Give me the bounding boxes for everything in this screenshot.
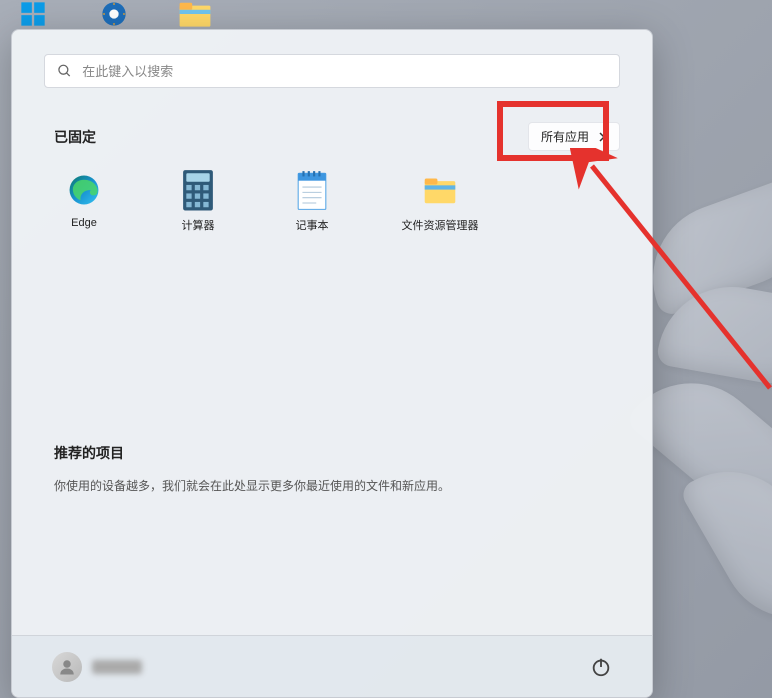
start-menu-panel: 已固定 所有应用 Edge: [11, 29, 653, 698]
desktop-taskbar-peek: [0, 0, 218, 28]
app-label: Edge: [71, 217, 97, 229]
start-icon[interactable]: [10, 0, 56, 28]
search-input[interactable]: [82, 64, 607, 79]
power-button[interactable]: [590, 656, 612, 678]
start-menu-footer: [12, 635, 652, 697]
all-apps-label: 所有应用: [541, 128, 589, 145]
user-avatar-icon: [52, 652, 82, 682]
app-calculator[interactable]: 计算器: [166, 173, 230, 233]
app-edge[interactable]: Edge: [52, 173, 116, 233]
recommended-title: 推荐的项目: [44, 443, 124, 463]
app-notepad[interactable]: 记事本: [280, 173, 344, 233]
app-label: 文件资源管理器: [402, 217, 479, 233]
notepad-icon: [295, 173, 329, 207]
app-file-explorer[interactable]: 文件资源管理器: [394, 173, 486, 233]
app-label: 计算器: [182, 217, 215, 233]
search-icon: [57, 63, 72, 79]
pinned-title: 已固定: [44, 127, 96, 147]
file-explorer-icon: [423, 173, 457, 207]
search-bar[interactable]: [44, 54, 620, 88]
all-apps-button[interactable]: 所有应用: [528, 122, 620, 151]
chevron-right-icon: [597, 132, 607, 142]
app-label: 记事本: [296, 217, 329, 233]
edge-icon: [67, 173, 101, 207]
user-profile-button[interactable]: [52, 652, 142, 682]
explorer-icon[interactable]: [172, 0, 218, 28]
recommended-section: 推荐的项目 你使用的设备越多，我们就会在此处显示更多你最近使用的文件和新应用。: [12, 443, 652, 494]
user-name-redacted: [92, 660, 142, 674]
calculator-icon: [181, 173, 215, 207]
pinned-section: 已固定 所有应用 Edge: [12, 122, 652, 233]
recommended-empty-text: 你使用的设备越多，我们就会在此处显示更多你最近使用的文件和新应用。: [44, 477, 620, 494]
settings-icon[interactable]: [91, 0, 137, 28]
pinned-apps-grid: Edge 计算器: [44, 173, 620, 233]
